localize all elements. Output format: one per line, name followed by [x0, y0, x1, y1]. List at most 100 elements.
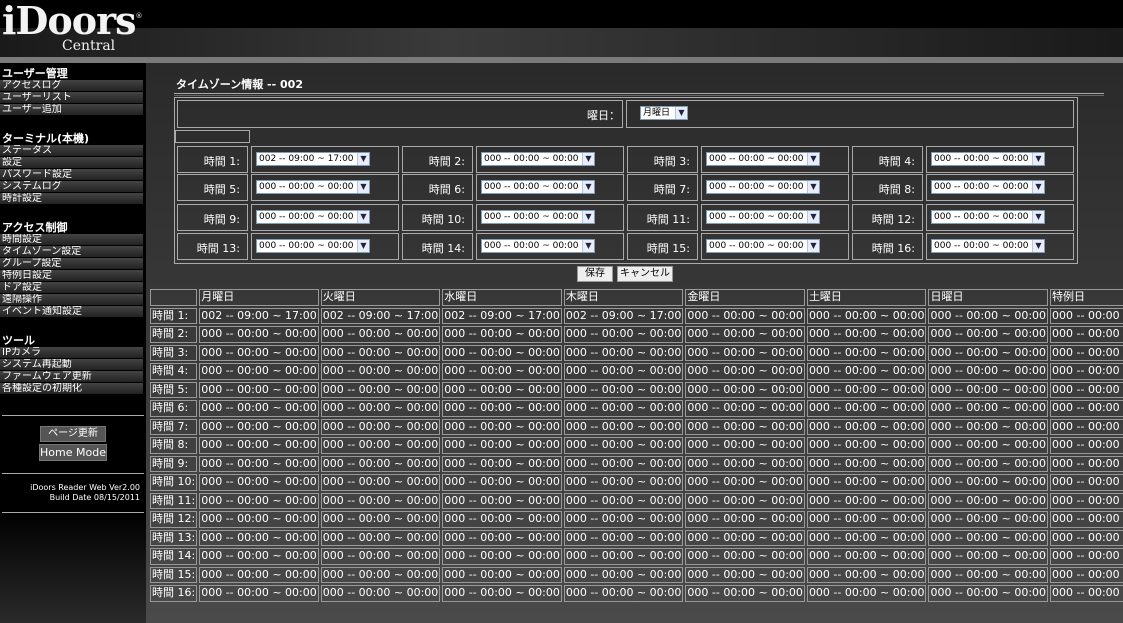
- logo-sub: Central: [62, 38, 116, 54]
- slot-select[interactable]: 000 -- 00:00 ~ 00:00 ▼: [706, 239, 820, 253]
- slot-select-value: 000 -- 00:00 ~ 00:00: [259, 212, 354, 222]
- sidebar-item[interactable]: イベント通知設定: [0, 306, 143, 318]
- sidebar-item[interactable]: 時計設定: [0, 193, 143, 205]
- schedule-cell: 000 -- 00:00 ~ 00:00: [806, 363, 927, 380]
- schedule-cell: 000 -- 00:00 ~ 00:00: [320, 437, 441, 454]
- slot-label: 時間 14:: [421, 242, 465, 255]
- save-button[interactable]: 保存: [577, 266, 613, 282]
- slot-select-value: 000 -- 00:00 ~ 00:00: [484, 154, 579, 164]
- schedule-cell: 000 -- 00:00 ~ 00:00: [199, 381, 319, 398]
- slot-select[interactable]: 000 -- 00:00 ~ 00:00 ▼: [931, 180, 1045, 194]
- schedule-row-label: 時間 16:: [150, 585, 198, 602]
- schedule-cell: 000 -- 00:00 ~ 00:00: [685, 474, 805, 491]
- schedule-cell: 000 -- 00:00 ~ 00:00: [442, 381, 562, 398]
- slot-select[interactable]: 000 -- 00:00 ~ 00:00 ▼: [931, 152, 1045, 166]
- schedule-row-label: 時間 15:: [150, 566, 198, 583]
- schedule-cell: 000 -- 00:00 ~ 00:00: [320, 492, 441, 509]
- slot-select[interactable]: 000 -- 00:00 ~ 00:00 ▼: [256, 239, 370, 253]
- table-row: 時間 4: 000 -- 00:00 ~ 00:00 000 -- 00:00 ~ …: [150, 363, 1123, 380]
- sidebar-item[interactable]: ステータス: [0, 145, 143, 157]
- schedule-cell: 000 -- 00:00 ~ 00:00: [928, 511, 1049, 528]
- slot-select[interactable]: 002 -- 09:00 ~ 17:00 ▼: [256, 152, 370, 166]
- slot-select-value: 000 -- 00:00 ~ 00:00: [709, 212, 804, 222]
- schedule-cell: 000 -- 00:00 ~ 00:00: [442, 548, 562, 565]
- slot-select-value: 000 -- 00:00 ~ 00:00: [934, 182, 1029, 192]
- sidebar-item[interactable]: パスワード設定: [0, 169, 143, 181]
- sidebar-item[interactable]: 遠隔操作: [0, 294, 143, 306]
- sidebar-item[interactable]: システム再起動: [0, 359, 143, 371]
- schedule-cell: 000 -- 00:00 ~ 00:00: [320, 529, 441, 546]
- slot-select[interactable]: 000 -- 00:00 ~ 00:00 ▼: [481, 239, 595, 253]
- sidebar-item[interactable]: アクセスログ: [0, 80, 143, 92]
- page-refresh-button[interactable]: ページ更新: [40, 426, 106, 442]
- schedule-cell: 000 -- 00:00 ~ 00:00: [1050, 566, 1123, 583]
- schedule-row-label: 時間 4:: [150, 363, 198, 380]
- slot-select-value: 000 -- 00:00 ~ 00:00: [709, 182, 804, 192]
- main-content: タイムゾーン情報 -- 002 曜日： 月曜日 ▼ 時間 1: 002 -- 09…: [146, 63, 1123, 623]
- schedule-column-header: 月曜日: [199, 289, 319, 306]
- schedule-column-header: 特例日: [1050, 289, 1123, 306]
- slot-label: 時間 10:: [421, 213, 465, 226]
- slot-select[interactable]: 000 -- 00:00 ~ 00:00 ▼: [256, 180, 370, 194]
- slot-select[interactable]: 000 -- 00:00 ~ 00:00 ▼: [931, 239, 1045, 253]
- slot-select[interactable]: 000 -- 00:00 ~ 00:00 ▼: [481, 180, 595, 194]
- slot-select[interactable]: 000 -- 00:00 ~ 00:00 ▼: [481, 210, 595, 224]
- sidebar-item[interactable]: グループ設定: [0, 258, 143, 270]
- table-row: 時間 6: 000 -- 00:00 ~ 00:00 000 -- 00:00 ~ …: [150, 400, 1123, 417]
- slot-select[interactable]: 000 -- 00:00 ~ 00:00 ▼: [706, 152, 820, 166]
- schedule-row-label: 時間 2:: [150, 326, 198, 343]
- slot-select-value: 000 -- 00:00 ~ 00:00: [709, 241, 804, 251]
- slot-select[interactable]: 000 -- 00:00 ~ 00:00 ▼: [706, 210, 820, 224]
- slot-select-value: 000 -- 00:00 ~ 00:00: [934, 212, 1029, 222]
- schedule-cell: 000 -- 00:00 ~ 00:00: [199, 548, 319, 565]
- schedule-cell: 000 -- 00:00 ~ 00:00: [685, 455, 805, 472]
- schedule-cell: 000 -- 00:00 ~ 00:00: [320, 566, 441, 583]
- table-row: 時間 3: 000 -- 00:00 ~ 00:00 000 -- 00:00 ~ …: [150, 344, 1123, 361]
- sidebar-item[interactable]: IPカメラ: [0, 347, 143, 359]
- sidebar-item[interactable]: タイムゾーン設定: [0, 246, 143, 258]
- chevron-down-icon: ▼: [357, 240, 369, 252]
- schedule-cell: 000 -- 00:00 ~ 00:00: [928, 400, 1049, 417]
- schedule-cell: 000 -- 00:00 ~ 00:00: [1050, 344, 1123, 361]
- sidebar-item[interactable]: ファームウェア更新: [0, 371, 143, 383]
- slot-select[interactable]: 000 -- 00:00 ~ 00:00 ▼: [706, 180, 820, 194]
- sidebar-item[interactable]: 時間設定: [0, 234, 143, 246]
- chevron-down-icon: ▼: [1032, 181, 1044, 193]
- schedule-cell: 000 -- 00:00 ~ 00:00: [928, 455, 1049, 472]
- chevron-down-icon: ▼: [582, 153, 594, 165]
- sidebar-item[interactable]: 各種設定の初期化: [0, 383, 143, 395]
- schedule-cell: 000 -- 00:00 ~ 00:00: [928, 363, 1049, 380]
- schedule-cell: 000 -- 00:00 ~ 00:00: [806, 418, 927, 435]
- cancel-button[interactable]: キャンセル: [617, 266, 673, 282]
- table-row: 時間 5: 000 -- 00:00 ~ 00:00 000 -- 00:00 ~ …: [150, 381, 1123, 398]
- sidebar-item[interactable]: ユーザー追加: [0, 104, 143, 116]
- chevron-down-icon: ▼: [582, 211, 594, 223]
- sidebar-item[interactable]: 設定: [0, 157, 143, 169]
- sidebar-item[interactable]: ユーザーリスト: [0, 92, 143, 104]
- weekday-select[interactable]: 月曜日 ▼: [640, 106, 688, 120]
- table-row: 時間 14: 000 -- 00:00 ~ 00:00 000 -- 00:00 ~…: [150, 548, 1123, 565]
- sidebar-item[interactable]: システムログ: [0, 181, 143, 193]
- schedule-cell: 000 -- 00:00 ~ 00:00: [442, 437, 562, 454]
- slot-select[interactable]: 000 -- 00:00 ~ 00:00 ▼: [931, 210, 1045, 224]
- sidebar-section-title: アクセス制御: [2, 221, 68, 234]
- schedule-cell: 000 -- 00:00 ~ 00:00: [1050, 455, 1123, 472]
- schedule-cell: 000 -- 00:00 ~ 00:00: [806, 437, 927, 454]
- sidebar-item[interactable]: ドア設定: [0, 282, 143, 294]
- schedule-cell: 000 -- 00:00 ~ 00:00: [685, 326, 805, 343]
- logo-brand: iDoors: [2, 0, 136, 43]
- schedule-cell: 000 -- 00:00 ~ 00:00: [442, 363, 562, 380]
- schedule-cell: 000 -- 00:00 ~ 00:00: [563, 400, 684, 417]
- home-mode-button[interactable]: Home Mode: [39, 444, 107, 461]
- slot-select-value: 000 -- 00:00 ~ 00:00: [259, 182, 354, 192]
- version-info: iDoors Reader Web Ver2.00 Build Date 08/…: [2, 473, 144, 513]
- slot-select[interactable]: 000 -- 00:00 ~ 00:00 ▼: [481, 152, 595, 166]
- schedule-cell: 000 -- 00:00 ~ 00:00: [320, 344, 441, 361]
- schedule-column-header: 火曜日: [320, 289, 441, 306]
- sidebar-item[interactable]: 特例日設定: [0, 270, 143, 282]
- schedule-cell: 000 -- 00:00 ~ 00:00: [806, 307, 927, 324]
- sidebar-nav: ユーザー管理 アクセスログ ユーザーリスト ユーザー追加 ターミナル(本機) ステータス設…: [0, 68, 146, 395]
- schedule-cell: 000 -- 00:00 ~ 00:00: [442, 344, 562, 361]
- schedule-cell: 000 -- 00:00 ~ 00:00: [442, 566, 562, 583]
- slot-select[interactable]: 000 -- 00:00 ~ 00:00 ▼: [256, 210, 370, 224]
